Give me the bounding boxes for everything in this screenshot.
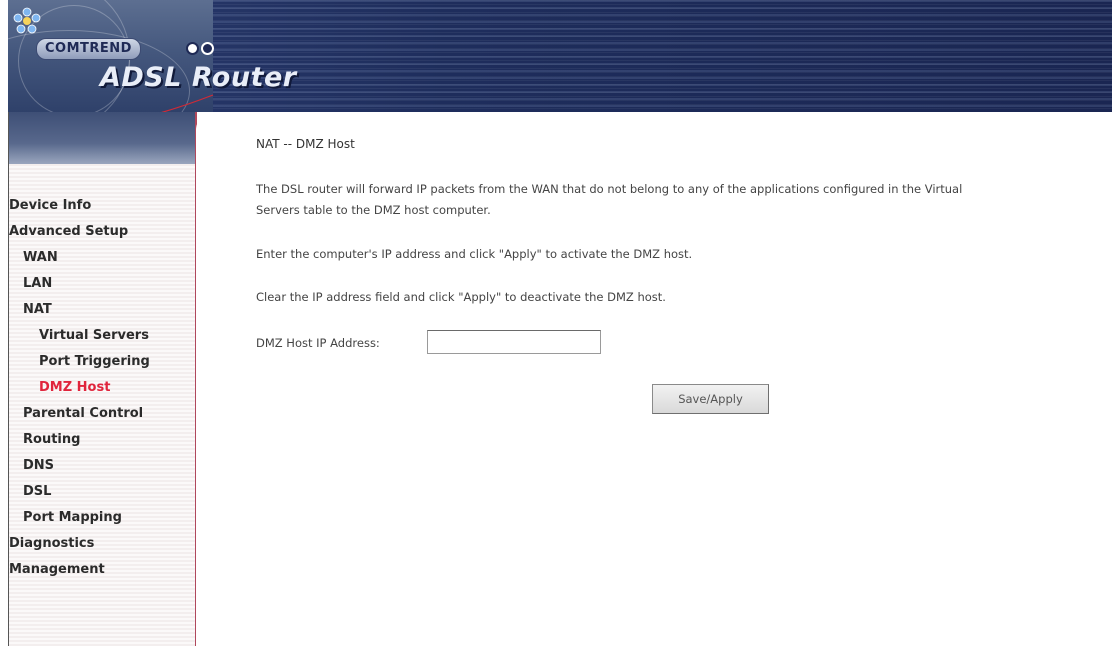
- sidebar-item-advanced-setup[interactable]: Advanced Setup: [9, 224, 128, 239]
- brand-logo: COMTREND: [36, 38, 141, 60]
- save-apply-button[interactable]: Save/Apply: [652, 384, 769, 414]
- sidebar-item-dmz-host[interactable]: DMZ Host: [39, 380, 110, 395]
- sidebar-item-management[interactable]: Management: [9, 562, 105, 577]
- sidebar-item-lan[interactable]: LAN: [23, 276, 52, 291]
- page-title: NAT -- DMZ Host: [256, 137, 355, 151]
- sidebar-item-port-mapping[interactable]: Port Mapping: [23, 510, 122, 525]
- sidebar-item-parental-control[interactable]: Parental Control: [23, 406, 143, 421]
- sidebar-item-device-info[interactable]: Device Info: [9, 198, 91, 213]
- red-swoosh-icon: [161, 94, 214, 112]
- sidebar-item-dns[interactable]: DNS: [23, 458, 54, 473]
- sidebar: Device Info Advanced Setup WAN LAN NAT Virtua…: [8, 112, 197, 646]
- sidebar-header-graphic: [9, 112, 195, 164]
- sidebar-item-virtual-servers[interactable]: Virtual Servers: [39, 328, 149, 343]
- sidebar-item-port-triggering[interactable]: Port Triggering: [39, 354, 150, 369]
- dmz-ip-label: DMZ Host IP Address:: [256, 336, 380, 350]
- logo-dot-icon: [186, 42, 199, 55]
- description-line-1: The DSL router will forward IP packets f…: [256, 182, 963, 196]
- sidebar-item-wan[interactable]: WAN: [23, 250, 58, 265]
- product-title: ADSL Router: [100, 62, 297, 93]
- dmz-ip-input[interactable]: [427, 330, 601, 354]
- sidebar-item-dsl[interactable]: DSL: [23, 484, 51, 499]
- instruction-activate: Enter the computer's IP address and clic…: [256, 247, 693, 261]
- header-banner: COMTREND ADSL Router: [8, 0, 1112, 112]
- sidebar-item-routing[interactable]: Routing: [23, 432, 80, 447]
- logo-area: COMTREND: [8, 0, 214, 112]
- sidebar-item-diagnostics[interactable]: Diagnostics: [9, 536, 94, 551]
- flower-logo-icon: [13, 7, 41, 34]
- header-stripes: [213, 0, 1112, 112]
- instruction-deactivate: Clear the IP address field and click "Ap…: [256, 290, 666, 304]
- description-line-2: Servers table to the DMZ host computer.: [256, 203, 491, 217]
- sidebar-item-nat[interactable]: NAT: [23, 302, 52, 317]
